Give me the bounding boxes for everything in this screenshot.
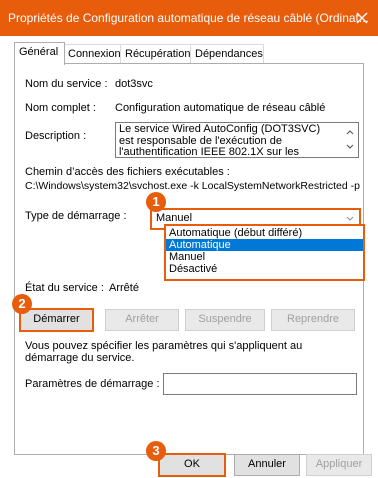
startup-option-automatic[interactable]: Automatique	[166, 239, 363, 251]
pause-button-label: Suspendre	[198, 313, 252, 325]
description-scrollbar[interactable]	[342, 123, 358, 157]
description-text: Le service Wired AutoConfig (DOT3SVC) es…	[119, 123, 321, 158]
start-button-label: Démarrer	[33, 313, 80, 325]
startup-option-delayed[interactable]: Automatique (début différé)	[166, 227, 363, 239]
start-button[interactable]: Démarrer	[19, 308, 94, 332]
tab-general-label: Général	[19, 46, 59, 58]
startup-type-value: Manuel	[156, 212, 193, 224]
step-marker-2: 2	[12, 294, 32, 314]
startup-option-manual[interactable]: Manuel	[166, 251, 363, 263]
resume-button-label: Reprendre	[287, 313, 339, 325]
step-marker-3: 3	[146, 441, 166, 461]
description-label: Description :	[25, 130, 87, 142]
step-marker-1: 1	[146, 192, 166, 212]
display-name-value: Configuration automatique de réseau câbl…	[115, 102, 326, 114]
resume-button[interactable]: Reprendre	[271, 309, 355, 331]
tab-general[interactable]: Général	[14, 42, 65, 65]
chevron-up-icon	[346, 130, 354, 135]
ok-button[interactable]: OK	[158, 453, 226, 477]
apply-button[interactable]: Appliquer	[306, 454, 372, 476]
pause-button[interactable]: Suspendre	[185, 309, 265, 331]
window-titlebar: Propriétés de Configuration automatique …	[0, 0, 378, 36]
apply-button-label: Appliquer	[315, 458, 363, 470]
status-value: Arrêté	[109, 282, 139, 294]
tab-connexion-label: Connexion	[68, 48, 121, 60]
window-title: Propriétés de Configuration automatique …	[8, 11, 369, 25]
status-label: État du service :	[25, 282, 104, 294]
start-params-input[interactable]	[163, 373, 357, 395]
tab-dependances[interactable]: Dépendances	[190, 44, 264, 64]
tab-recuperation[interactable]: Récupération	[120, 44, 193, 64]
ok-button-label: OK	[184, 458, 200, 470]
stop-button-label: Arrêter	[125, 313, 159, 325]
params-info: Vous pouvez spécifier les paramètres qui…	[25, 340, 303, 364]
cancel-button-label: Annuler	[248, 458, 286, 470]
startup-option-disabled[interactable]: Désactivé	[166, 263, 363, 275]
startup-type-dropdown: Automatique (début différé) Automatique …	[164, 224, 365, 281]
tab-connexion[interactable]: Connexion	[63, 44, 123, 64]
params-label: Paramètres de démarrage :	[25, 378, 160, 390]
close-icon[interactable]	[352, 8, 372, 28]
stop-button[interactable]: Arrêter	[105, 309, 179, 331]
tab-recuperation-label: Récupération	[125, 48, 191, 60]
service-name-label: Nom du service :	[25, 78, 108, 90]
path-value: C:\Windows\system32\svchost.exe -k Local…	[25, 180, 360, 192]
cancel-button[interactable]: Annuler	[234, 454, 300, 476]
tab-dependances-label: Dépendances	[195, 48, 263, 60]
startup-type-label: Type de démarrage :	[25, 210, 127, 222]
path-label: Chemin d’accès des fichiers exécutables …	[25, 166, 230, 178]
description-box[interactable]: Le service Wired AutoConfig (DOT3SVC) es…	[115, 122, 359, 158]
service-name-value: dot3svc	[115, 78, 153, 90]
display-name-label: Nom complet :	[25, 102, 96, 114]
chevron-down-icon	[346, 144, 354, 149]
chevron-down-icon	[345, 213, 355, 223]
